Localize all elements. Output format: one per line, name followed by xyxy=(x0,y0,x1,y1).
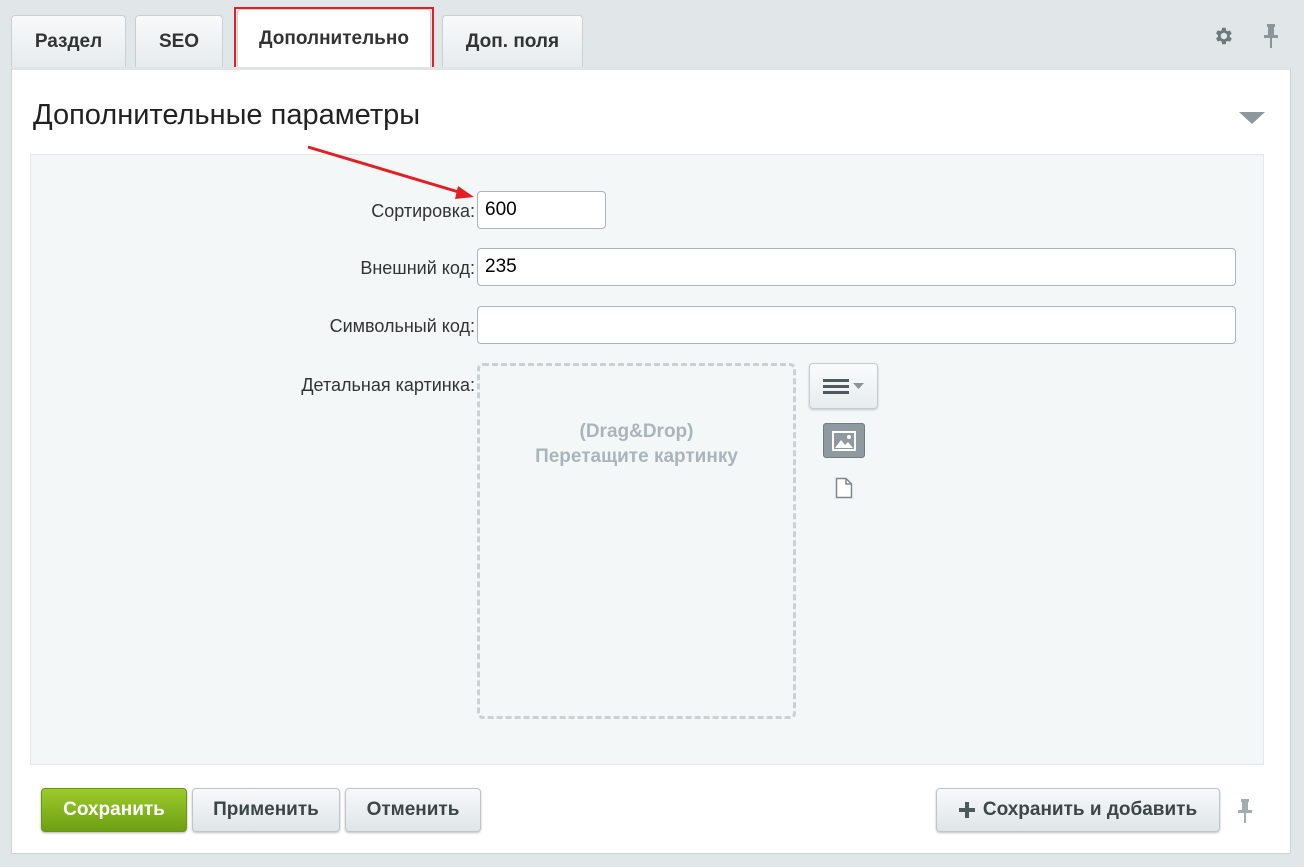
external-code-input[interactable] xyxy=(477,248,1236,286)
collapse-arrow-icon xyxy=(1239,112,1265,124)
image-icon xyxy=(832,430,856,451)
pin-icon xyxy=(1264,24,1278,48)
pin-icon xyxy=(1238,799,1252,823)
image-upload-button[interactable] xyxy=(823,423,865,458)
symbol-code-input[interactable] xyxy=(477,306,1236,344)
tab-label: SEO xyxy=(158,30,200,52)
chevron-down-icon xyxy=(853,383,864,389)
gear-icon xyxy=(1216,27,1232,45)
save-and-add-label: Сохранить и добавить xyxy=(982,799,1198,820)
tab-label: Дополнительно xyxy=(259,27,409,49)
cancel-button[interactable]: Отменить xyxy=(345,788,481,832)
sort-label: Сортировка: xyxy=(371,201,475,221)
file-icon xyxy=(835,477,853,499)
collapse-button[interactable] xyxy=(1239,110,1265,126)
apply-button[interactable]: Применить xyxy=(192,788,340,832)
detail-picture-label: Детальная картинка: xyxy=(301,375,475,395)
tab-additional[interactable]: Дополнительно xyxy=(237,9,431,67)
save-and-add-button[interactable]: Сохранить и добавить xyxy=(936,788,1220,832)
image-menu-button[interactable] xyxy=(809,363,878,409)
tab-bar: Раздел SEO Дополнительно Доп. поля xyxy=(11,9,1301,67)
sort-input[interactable] xyxy=(477,191,606,229)
tab-label: Доп. поля xyxy=(465,30,560,52)
file-upload-button[interactable] xyxy=(833,475,855,501)
plus-icon xyxy=(958,802,975,818)
dropzone-hint: (Drag&Drop) xyxy=(579,421,694,442)
edit-panel: Дополнительные параметры Сортировка: Вне… xyxy=(11,67,1291,854)
settings-button[interactable] xyxy=(1212,24,1234,48)
menu-icon xyxy=(823,379,849,394)
dropzone-hint-text: Перетащите картинку xyxy=(535,446,738,467)
symbol-code-label: Символьный код: xyxy=(329,316,475,336)
external-code-label: Внешний код: xyxy=(360,258,475,278)
footer-pin-button[interactable] xyxy=(1236,798,1256,826)
tab-extra-fields[interactable]: Доп. поля xyxy=(442,15,583,67)
save-button[interactable]: Сохранить xyxy=(41,788,187,832)
tab-tools xyxy=(1212,24,1282,48)
tab-label: Раздел xyxy=(34,30,103,52)
tab-seo[interactable]: SEO xyxy=(135,15,223,67)
section-title: Дополнительные параметры xyxy=(33,99,421,131)
tab-section[interactable]: Раздел xyxy=(11,15,126,67)
pin-button[interactable] xyxy=(1260,24,1282,48)
form-area: Сортировка: Внешний код: Символьный код:… xyxy=(30,154,1264,765)
image-dropzone[interactable]: (Drag&Drop) Перетащите картинку xyxy=(477,363,796,719)
